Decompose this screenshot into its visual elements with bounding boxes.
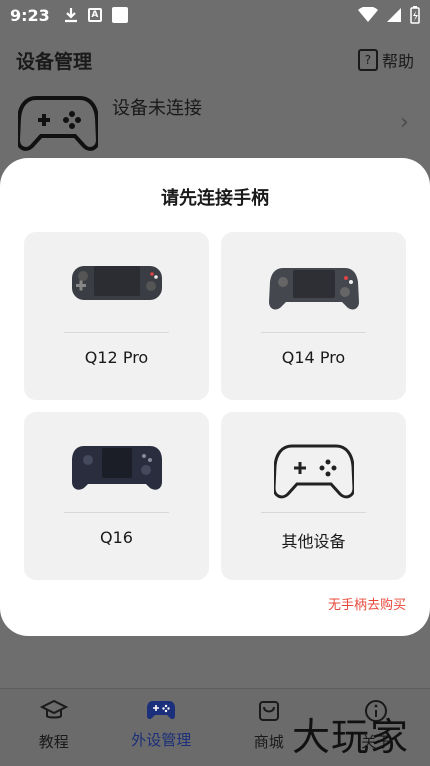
q16-controller-image (71, 446, 162, 490)
status-time: 9:23 (10, 5, 50, 25)
header: 设备管理 ? 帮助 (0, 40, 430, 80)
page-title: 设备管理 (16, 50, 93, 73)
signal-icon (387, 8, 401, 22)
q14-pro-controller-image (268, 268, 359, 310)
gamepad-icon (273, 444, 354, 499)
device-status: 设备未连接 (112, 98, 202, 119)
card-label: Q12 Pro (84, 348, 149, 367)
buy-controller-link[interactable]: 无手柄去购买 (328, 594, 406, 613)
modal-title: 请先连接手柄 (161, 188, 269, 209)
chevron-right-icon: › (400, 110, 409, 135)
help-icon: ? (357, 49, 378, 71)
watermark: 大玩家 (292, 715, 410, 759)
graduation-cap-icon (39, 699, 68, 719)
card-q12-pro[interactable]: Q12 Pro (24, 232, 209, 400)
help-label: 帮助 (381, 52, 414, 71)
card-label: Q16 (100, 528, 133, 547)
card-q14-pro[interactable]: Q14 Pro (221, 232, 406, 400)
gamepad-icon (147, 701, 176, 720)
download-icon (64, 8, 77, 23)
card-divider (261, 332, 366, 333)
notification-a-icon: A (87, 8, 102, 22)
notification-square-icon (111, 7, 128, 23)
card-divider (64, 512, 169, 513)
nav-label: 外设管理 (131, 731, 192, 749)
nav-label: 商城 (253, 733, 284, 751)
help-button[interactable]: ? 帮助 (357, 48, 414, 72)
gamepad-icon (18, 96, 98, 151)
card-divider (64, 332, 169, 333)
status-bar: 9:23 A (0, 0, 430, 30)
card-q16[interactable]: Q16 (24, 412, 209, 580)
card-other-device[interactable]: 其他设备 (221, 412, 406, 580)
card-label: Q14 Pro (281, 348, 346, 367)
nav-tutorial[interactable]: 教程 (0, 689, 108, 766)
battery-icon (410, 6, 420, 24)
card-divider (261, 512, 366, 513)
card-label: 其他设备 (281, 532, 346, 551)
wifi-icon (358, 7, 378, 22)
q12-pro-controller-image (71, 266, 162, 300)
nav-label: 教程 (38, 733, 69, 751)
shopping-bag-icon (258, 701, 279, 721)
connect-controller-modal: 请先连接手柄 Q12 Pro Q14 Pro Q16 其他设备 无手柄去购买 (0, 158, 430, 636)
device-row[interactable]: 设备未连接 › (0, 84, 430, 160)
nav-peripheral-manage[interactable]: 外设管理 (108, 689, 216, 766)
